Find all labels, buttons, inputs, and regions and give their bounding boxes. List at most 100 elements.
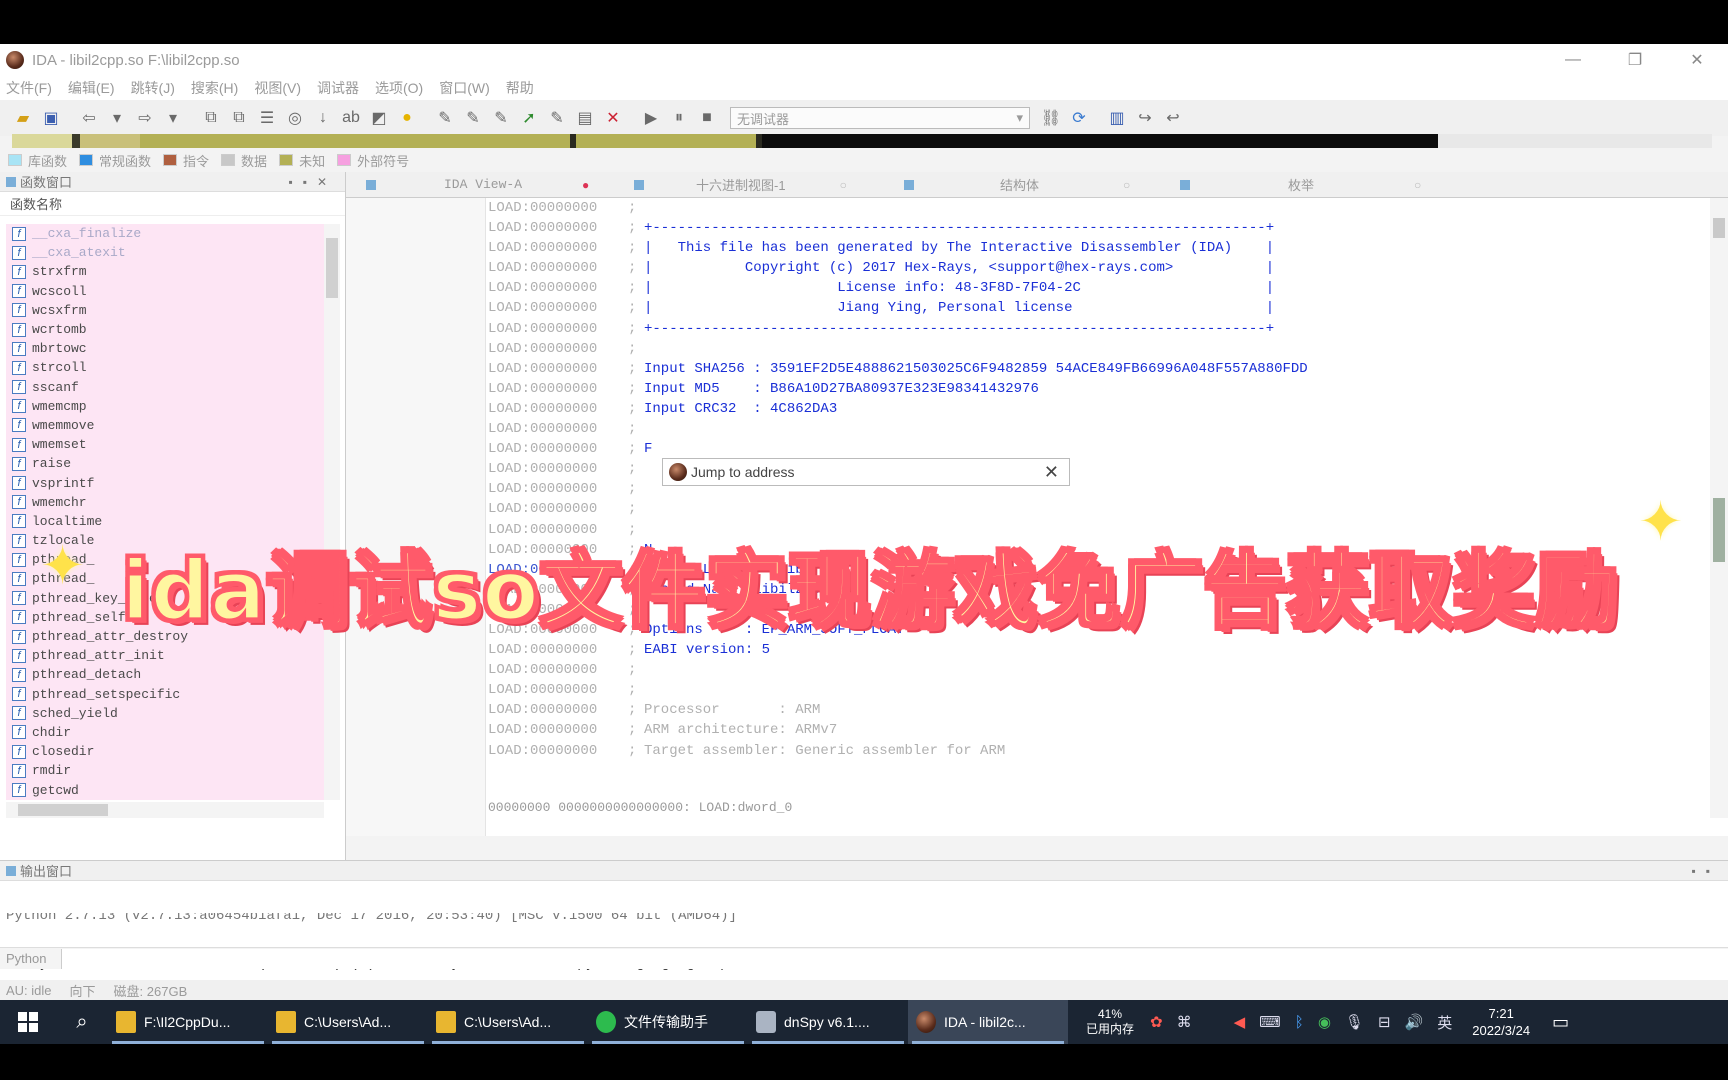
- graph-icon[interactable]: ◩: [368, 107, 390, 129]
- jump-to-address-dialog[interactable]: Jump to address ✕: [662, 458, 1070, 486]
- tab-hex-view[interactable]: 十六进制视图-1 ○: [614, 172, 894, 198]
- attach-icon[interactable]: ⛓: [1040, 107, 1062, 129]
- forward-arrow-icon[interactable]: ⇨: [134, 107, 156, 129]
- disassembly-line[interactable]: LOAD:00000000; | Copyright (c) 2017 Hex-R…: [488, 258, 1698, 278]
- chart-icon[interactable]: ▤: [574, 107, 596, 129]
- disassembly-line[interactable]: LOAD:00000000; Target assembler: Generic …: [488, 741, 1698, 761]
- close-icon[interactable]: ○: [1123, 178, 1130, 192]
- copy-icon[interactable]: ⧉: [200, 107, 222, 129]
- text-search-icon[interactable]: ab: [340, 107, 362, 129]
- back-arrow-icon[interactable]: ⇦: [78, 107, 100, 129]
- ida-view-a[interactable]: LOAD:00000000; LOAD:00000000; +-----------…: [346, 198, 1728, 836]
- disassembly-line[interactable]: LOAD:00000000; Input CRC32 : 4C862DA3: [488, 399, 1698, 419]
- clock[interactable]: 7:21 2022/3/24: [1472, 1005, 1530, 1039]
- function-list-item[interactable]: f getcwd: [6, 780, 324, 800]
- disassembly-line[interactable]: LOAD:00000000;: [488, 660, 1698, 680]
- disassembly-listing[interactable]: LOAD:00000000; LOAD:00000000; +-----------…: [488, 198, 1698, 778]
- patch-icon[interactable]: ✎: [434, 107, 456, 129]
- close-icon[interactable]: ●: [582, 178, 589, 192]
- step-into-icon[interactable]: ↪: [1134, 107, 1156, 129]
- microphone-icon[interactable]: 🎙: [1345, 1013, 1364, 1031]
- disassembly-line[interactable]: LOAD:00000000;: [488, 680, 1698, 700]
- taskbar-item-explorer-2[interactable]: C:\Users\Ad...: [268, 1000, 428, 1044]
- disassembly-line[interactable]: LOAD:00000000; Processor : ARM: [488, 700, 1698, 720]
- function-list-item[interactable]: f wmemcmp: [6, 396, 324, 416]
- disassembly-line[interactable]: LOAD:00000000; F: [488, 439, 1698, 459]
- disassembly-line[interactable]: LOAD:00000000; | This file has been gener…: [488, 238, 1698, 258]
- panel-controls[interactable]: ▪▪✕: [288, 175, 337, 189]
- disassembly-line[interactable]: LOAD:00000000; Input SHA256 : 3591EF2D5E4…: [488, 359, 1698, 379]
- function-list-item[interactable]: f sched_yield: [6, 703, 324, 723]
- step-over-icon[interactable]: ↩: [1162, 107, 1184, 129]
- function-list-item[interactable]: f strcoll: [6, 358, 324, 378]
- function-list-item[interactable]: f wcscoll: [6, 281, 324, 301]
- disassembly-line[interactable]: LOAD:00000000; EABI version: 5: [488, 640, 1698, 660]
- taskbar-item-ida[interactable]: IDA - libil2c...: [908, 1000, 1068, 1044]
- function-list-item[interactable]: f wmemchr: [6, 492, 324, 512]
- disassembly-line[interactable]: LOAD:00000000;: [488, 339, 1698, 359]
- forward-dropdown-icon[interactable]: ▾: [162, 107, 184, 129]
- start-button[interactable]: [0, 1000, 56, 1044]
- function-list-item[interactable]: f raise: [6, 454, 324, 474]
- edit-icon[interactable]: ✎: [462, 107, 484, 129]
- menu-options[interactable]: 选项(O): [375, 78, 423, 98]
- close-button[interactable]: ✕: [1666, 44, 1728, 76]
- python-command-input[interactable]: [62, 948, 1728, 969]
- function-list-item[interactable]: f pthread_setspecific: [6, 684, 324, 704]
- save-icon[interactable]: ▣: [40, 107, 62, 129]
- taskbar-item-dnspy[interactable]: dnSpy v6.1....: [748, 1000, 908, 1044]
- minimize-button[interactable]: —: [1542, 44, 1604, 76]
- panel-controls[interactable]: ▪▪: [1691, 864, 1720, 878]
- tab-enums[interactable]: 枚举 ○: [1170, 172, 1446, 198]
- disassembly-line[interactable]: LOAD:00000000; | Jiang Ying, Personal lic…: [488, 298, 1698, 318]
- notification-icon[interactable]: ▭: [1552, 1012, 1569, 1033]
- chrome-icon[interactable]: ◉: [1318, 1013, 1331, 1031]
- function-list-item[interactable]: f wcrtomb: [6, 319, 324, 340]
- bluetooth-icon[interactable]: ᛒ: [1295, 1014, 1304, 1031]
- function-name-column-header[interactable]: 函数名称: [0, 192, 345, 216]
- search-icon[interactable]: ⌕: [56, 1000, 108, 1044]
- keyboard-icon[interactable]: ⌨: [1259, 1013, 1281, 1031]
- function-list-item[interactable]: f rmdir: [6, 761, 324, 781]
- pen-icon[interactable]: ✎: [546, 107, 568, 129]
- green-arrow-icon[interactable]: ➚: [518, 107, 540, 129]
- paste-icon[interactable]: ⧉: [228, 107, 250, 129]
- disassembly-line[interactable]: LOAD:00000000; | License info: 48-3F8D-7F…: [488, 278, 1698, 298]
- function-list-item[interactable]: f sscanf: [6, 377, 324, 397]
- menu-file[interactable]: 文件(F): [6, 78, 52, 98]
- disassembly-line[interactable]: LOAD:00000000; +-------------------------…: [488, 319, 1698, 339]
- ida-vertical-scrollbar[interactable]: [1710, 198, 1728, 818]
- maximize-button[interactable]: ❐: [1604, 44, 1666, 76]
- disassembly-line[interactable]: LOAD:00000000;: [488, 499, 1698, 519]
- pause-icon[interactable]: ⏸: [668, 107, 690, 129]
- list-icon[interactable]: ☰: [256, 107, 278, 129]
- back-dropdown-icon[interactable]: ▾: [106, 107, 128, 129]
- menu-view[interactable]: 视图(V): [254, 78, 301, 98]
- close-icon[interactable]: ✕: [1044, 462, 1059, 483]
- close-icon[interactable]: ○: [1414, 178, 1421, 192]
- function-list-item[interactable]: f strxfrm: [6, 262, 324, 282]
- debugger-select[interactable]: 无调试器 ▾: [730, 107, 1030, 129]
- functions-horizontal-scrollbar[interactable]: [6, 802, 324, 818]
- taskbar-item-explorer-1[interactable]: F:\Il2CppDu...: [108, 1000, 268, 1044]
- security-icon[interactable]: ✿: [1150, 1013, 1163, 1031]
- volume-icon[interactable]: 🔊: [1405, 1013, 1424, 1031]
- function-list-item[interactable]: f mbrtowc: [6, 339, 324, 359]
- stop-icon[interactable]: ■: [696, 107, 718, 129]
- function-list-item[interactable]: f vsprintf: [6, 473, 324, 493]
- function-list-item[interactable]: f __cxa_finalize: [6, 224, 324, 244]
- function-list-item[interactable]: f __cxa_atexit: [6, 243, 324, 263]
- delete-x-icon[interactable]: ✕: [602, 107, 624, 129]
- down-arrow-icon[interactable]: ↓: [312, 107, 334, 129]
- function-list-item[interactable]: f pthread_detach: [6, 665, 324, 685]
- disassembly-line[interactable]: LOAD:00000000; +-------------------------…: [488, 218, 1698, 238]
- speaker-arrow-icon[interactable]: ◀: [1234, 1013, 1246, 1031]
- function-list-item[interactable]: f pthread_attr_init: [6, 646, 324, 666]
- function-list-item[interactable]: f chdir: [6, 722, 324, 743]
- input-icon[interactable]: ⌘: [1177, 1013, 1192, 1031]
- python-language-button[interactable]: Python: [0, 948, 62, 969]
- menu-help[interactable]: 帮助: [506, 78, 534, 98]
- functions-vertical-scrollbar[interactable]: [324, 224, 340, 800]
- tab-structures[interactable]: 结构体 ○: [894, 172, 1170, 198]
- disassembly-line[interactable]: LOAD:00000000;: [488, 198, 1698, 218]
